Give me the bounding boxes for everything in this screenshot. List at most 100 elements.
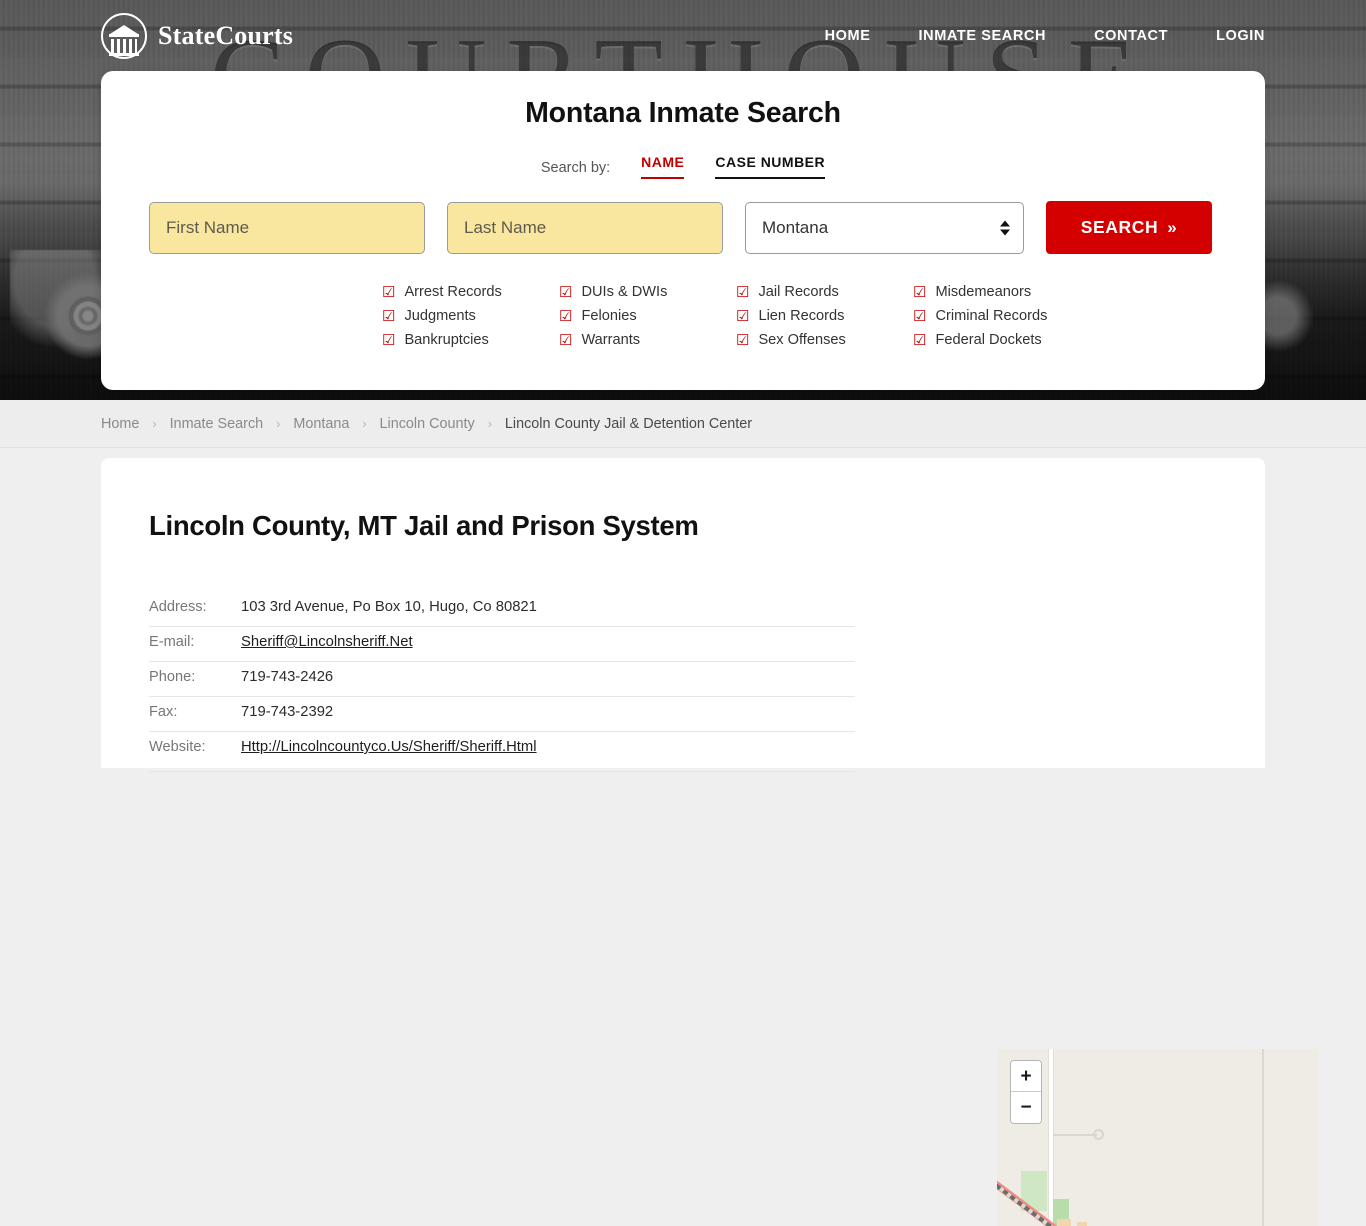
feature-item: ☑ Bankruptcies <box>382 328 559 352</box>
chevron-updown-icon <box>1000 220 1010 235</box>
checkbox-checked-icon: ☑ <box>382 331 396 349</box>
map-zoom-controls: + − <box>1010 1060 1042 1124</box>
detail-value-website-link[interactable]: Http://Lincolncountyco.Us/Sheriff/Sherif… <box>241 739 537 755</box>
page-title: Lincoln County, MT Jail and Prison Syste… <box>149 510 699 541</box>
checkbox-checked-icon: ☑ <box>736 331 750 349</box>
detail-label: Phone: <box>149 669 196 685</box>
feature-label: Warrants <box>581 332 641 348</box>
feature-label: Federal Dockets <box>935 332 1042 348</box>
chevron-right-icon: › <box>276 416 281 431</box>
double-chevron-right-icon: » <box>1167 217 1178 237</box>
tab-case-number[interactable]: CASE NUMBER <box>715 154 826 179</box>
breadcrumb-item-inmate-search[interactable]: Inmate Search <box>170 416 264 432</box>
feature-label: Misdemeanors <box>935 284 1032 300</box>
top-navigation-bar: StateCourts HOME INMATE SEARCH CONTACT L… <box>0 0 1366 72</box>
record-type-list: ☑ Arrest Records ☑ DUIs & DWIs ☑ Jail Recor… <box>101 280 1265 352</box>
feature-item: ☑ Judgments <box>382 304 559 328</box>
search-by-row: Search by: NAME CASE NUMBER <box>101 154 1265 179</box>
chevron-right-icon: › <box>152 416 157 431</box>
table-row: E-mail: Sheriff@Lincolnsheriff.Net <box>149 627 855 662</box>
feature-item: ☑ Sex Offenses <box>736 328 913 352</box>
breadcrumb-item-current: Lincoln County Jail & Detention Center <box>504 415 753 432</box>
detail-value-address: 103 3rd Avenue, Po Box 10, Hugo, Co 8082… <box>241 599 537 615</box>
search-button[interactable]: SEARCH » <box>1046 201 1212 254</box>
map-road <box>1053 1134 1097 1136</box>
feature-label: Felonies <box>581 308 637 324</box>
checkbox-checked-icon: ☑ <box>559 307 573 325</box>
breadcrumb: Home › Inmate Search › Montana › Lincoln… <box>0 400 1366 448</box>
map-road-loop <box>1093 1129 1104 1140</box>
search-button-label: SEARCH <box>1080 217 1159 237</box>
location-map[interactable]: + − <box>997 1049 1318 1226</box>
feature-label: Judgments <box>404 308 476 324</box>
zoom-in-button[interactable]: + <box>1011 1061 1041 1092</box>
feature-item: ☑ Misdemeanors <box>913 280 1090 304</box>
chevron-right-icon: › <box>362 416 367 431</box>
feature-label: Bankruptcies <box>404 332 489 348</box>
first-name-input[interactable] <box>149 201 425 254</box>
nav-item-contact[interactable]: CONTACT <box>1094 28 1168 44</box>
column-capital-decoration-right <box>1262 260 1342 400</box>
checkbox-checked-icon: ☑ <box>559 331 573 349</box>
checkbox-checked-icon: ☑ <box>559 283 573 301</box>
table-row: Website: Http://Lincolncountyco.Us/Sheri… <box>149 732 855 772</box>
nav-item-inmate-search[interactable]: INMATE SEARCH <box>919 28 1047 44</box>
state-select[interactable]: Montana <box>745 201 1024 254</box>
feature-label: Sex Offenses <box>758 332 846 348</box>
inmate-search-card: Montana Inmate Search Search by: NAME CA… <box>101 71 1265 390</box>
facility-details-table: Address: 103 3rd Avenue, Po Box 10, Hugo… <box>149 592 855 772</box>
search-form: Montana SEARCH » <box>101 201 1265 254</box>
detail-label: Address: <box>149 599 207 615</box>
checkbox-checked-icon: ☑ <box>913 331 927 349</box>
detail-value-fax: 719-743-2392 <box>241 704 334 720</box>
breadcrumb-item-montana[interactable]: Montana <box>293 416 349 432</box>
state-select-value: Montana <box>762 217 829 237</box>
feature-label: Jail Records <box>758 284 839 300</box>
last-name-input[interactable] <box>447 201 723 254</box>
breadcrumb-item-home[interactable]: Home <box>101 416 139 432</box>
feature-item: ☑ Criminal Records <box>913 304 1090 328</box>
checkbox-checked-icon: ☑ <box>382 283 396 301</box>
map-road <box>1262 1049 1264 1226</box>
feature-item: ☑ Jail Records <box>736 280 913 304</box>
detail-value-phone: 719-743-2426 <box>241 669 334 685</box>
detail-label: Website: <box>149 739 206 755</box>
chevron-right-icon: › <box>487 416 492 431</box>
breadcrumb-item-lincoln-county[interactable]: Lincoln County <box>380 416 475 432</box>
feature-item: ☑ DUIs & DWIs <box>559 280 736 304</box>
feature-item: ☑ Warrants <box>559 328 736 352</box>
checkbox-checked-icon: ☑ <box>913 283 927 301</box>
feature-item: ☑ Lien Records <box>736 304 913 328</box>
feature-item: ☑ Felonies <box>559 304 736 328</box>
checkbox-checked-icon: ☑ <box>736 307 750 325</box>
detail-label: Fax: <box>149 704 178 720</box>
brand-logo-link[interactable]: StateCourts <box>101 13 293 59</box>
hero-banner: COURTHOUSE StateCourts HOME INMATE SEARC… <box>0 0 1366 400</box>
table-row: Fax: 719-743-2392 <box>149 697 855 732</box>
main-nav: HOME INMATE SEARCH CONTACT LOGIN <box>825 28 1265 44</box>
feature-item: ☑ Federal Dockets <box>913 328 1090 352</box>
checkbox-checked-icon: ☑ <box>913 307 927 325</box>
feature-label: Arrest Records <box>404 284 502 300</box>
zoom-out-button[interactable]: − <box>1011 1092 1041 1123</box>
map-building <box>1077 1222 1087 1226</box>
checkbox-checked-icon: ☑ <box>382 307 396 325</box>
table-row: Address: 103 3rd Avenue, Po Box 10, Hugo… <box>149 592 855 627</box>
brand-name: StateCourts <box>158 21 294 50</box>
feature-item: ☑ Arrest Records <box>382 280 559 304</box>
tab-name[interactable]: NAME <box>641 154 685 179</box>
facility-content-card: Lincoln County, MT Jail and Prison Syste… <box>101 458 1318 1226</box>
nav-item-login[interactable]: LOGIN <box>1216 28 1265 44</box>
table-row: Phone: 719-743-2426 <box>149 662 855 697</box>
checkbox-checked-icon: ☑ <box>736 283 750 301</box>
map-building <box>1057 1219 1071 1226</box>
detail-label: E-mail: <box>149 634 195 650</box>
feature-label: Lien Records <box>758 308 845 324</box>
detail-value-email-link[interactable]: Sheriff@Lincolnsheriff.Net <box>241 634 413 650</box>
nav-item-home[interactable]: HOME <box>825 28 871 44</box>
search-by-label: Search by: <box>540 160 611 176</box>
search-card-title: Montana Inmate Search <box>525 97 841 129</box>
feature-label: DUIs & DWIs <box>581 284 668 300</box>
courthouse-circle-icon <box>101 13 147 59</box>
feature-label: Criminal Records <box>935 308 1048 324</box>
